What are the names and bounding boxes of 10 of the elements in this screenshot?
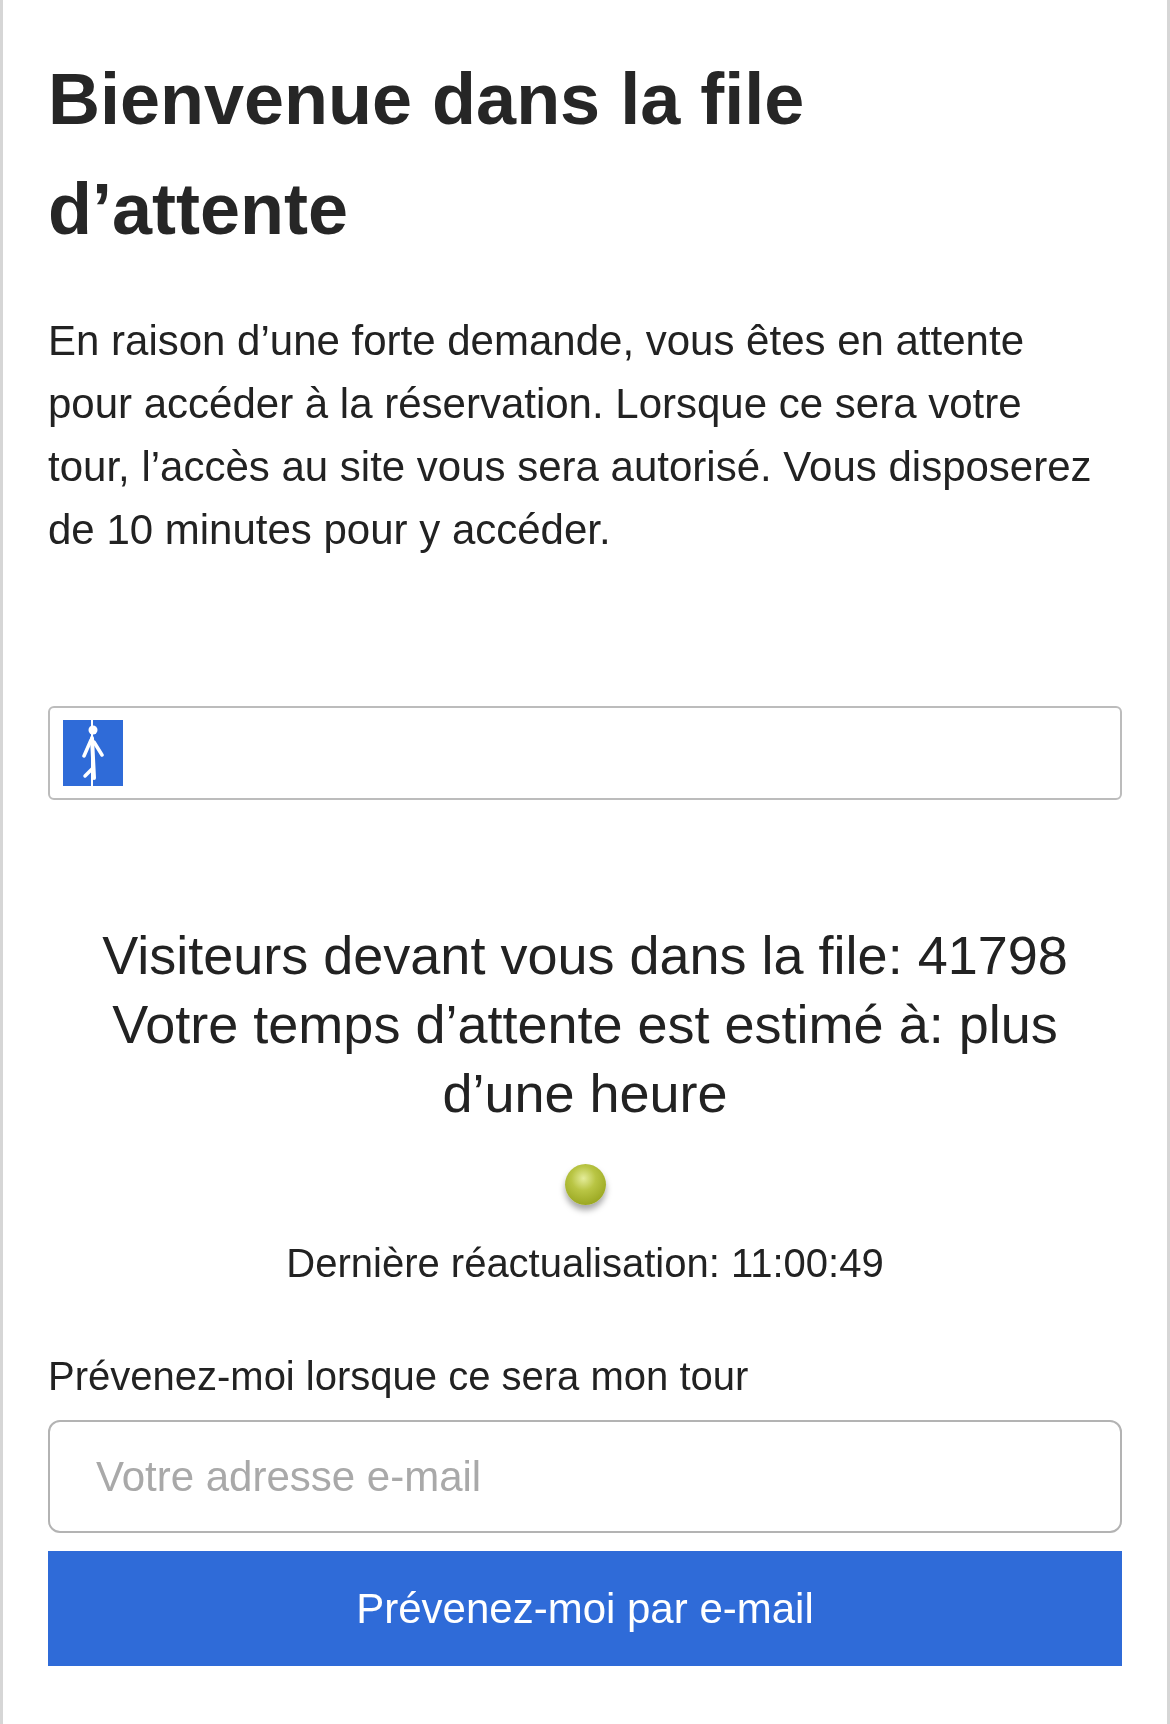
queue-status-text: Visiteurs devant vous dans la file: 41798 [102, 924, 1068, 987]
page-title: Bienvenue dans la file d’attente [48, 58, 806, 251]
intro-paragraph: En raison d’une forte demande, vous êtes en attente pour accéder à la réservation. Lorsque ce sera votre tour, l’accès au site vous sera autorisé. Vous disposerez de 10 minutes pour y accéder. [48, 316, 1093, 555]
email-input[interactable]: Votre adresse e-mail [48, 1420, 1122, 1533]
last-refresh-text: Dernière réactualisation: 11:00:49 [286, 1240, 884, 1287]
status-dot-icon [564, 1164, 606, 1205]
notify-label: Prévenez-moi lorsque ce sera mon tour [48, 1353, 750, 1400]
walking-person-icon [81, 720, 104, 786]
queue-status-text: Votre temps d’attente est estimé à: plus d’une heure [111, 993, 1059, 1125]
notify-button[interactable]: Prévenez-moi par e-mail [48, 1551, 1122, 1666]
